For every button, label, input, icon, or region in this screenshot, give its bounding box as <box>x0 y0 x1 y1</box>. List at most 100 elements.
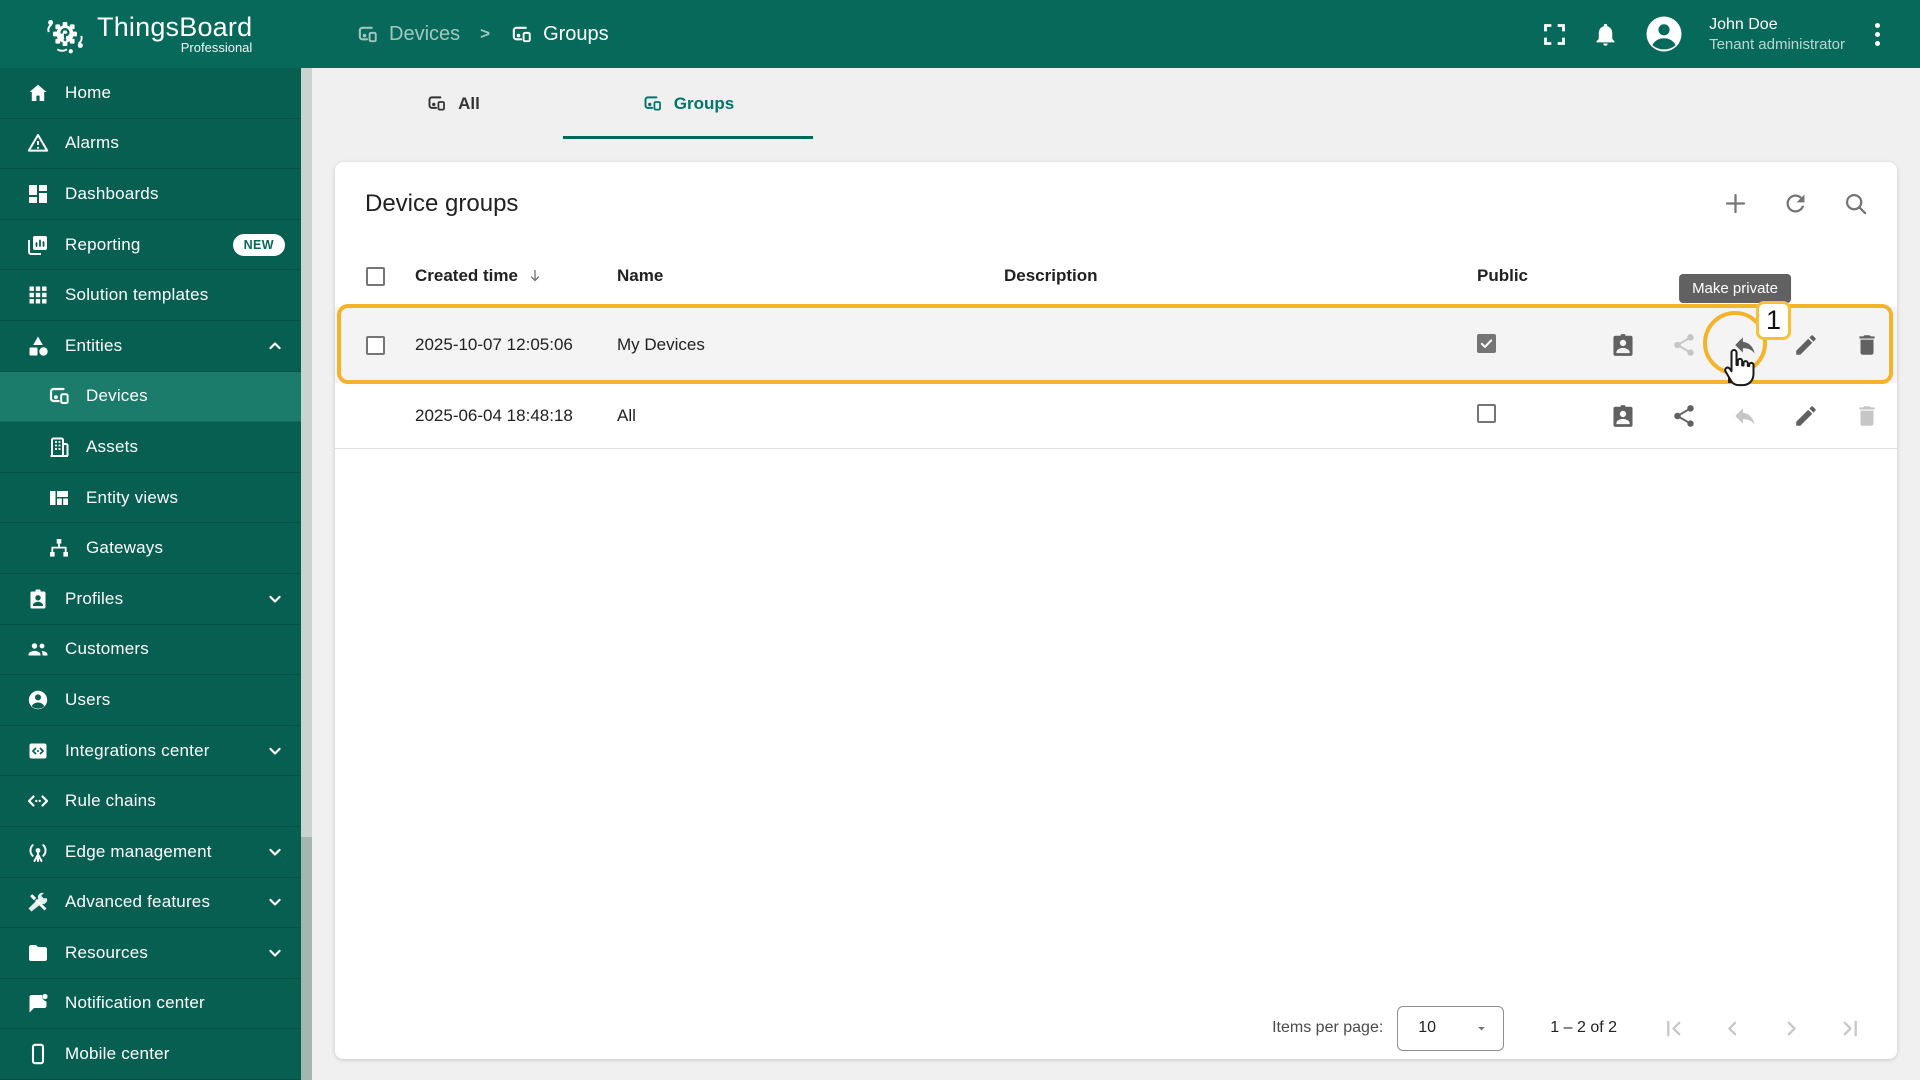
table-row-my-devices[interactable]: 2025-10-07 12:05:06 My Devices <box>335 307 1897 383</box>
items-per-page-label: Items per page: <box>1272 1019 1384 1036</box>
tab-all[interactable]: All <box>343 68 563 139</box>
user-avatar[interactable] <box>1643 13 1685 55</box>
tab-groups[interactable]: Groups <box>563 68 813 139</box>
advanced-features-icon <box>26 890 50 914</box>
public-checkbox-unchecked[interactable] <box>1477 403 1496 423</box>
app-title: ThingsBoard <box>97 12 253 42</box>
sidebar-item-gateways[interactable]: Gateways <box>0 523 301 574</box>
group-permissions-button[interactable] <box>1610 332 1636 358</box>
profiles-icon <box>26 587 50 611</box>
customers-icon <box>26 637 50 661</box>
previous-page-button[interactable] <box>1720 1016 1745 1041</box>
delete-button[interactable] <box>1854 332 1880 358</box>
page-title: Device groups <box>365 189 519 217</box>
sidebar-item-notification-center[interactable]: Notification center <box>0 979 301 1030</box>
edit-button[interactable] <box>1793 403 1819 429</box>
sidebar-item-edge-management[interactable]: Edge management <box>0 827 301 878</box>
next-page-icon <box>1779 1016 1804 1041</box>
sidebar-item-entity-views[interactable]: Entity views <box>0 473 301 524</box>
last-page-button[interactable] <box>1838 1016 1863 1041</box>
sidebar-item-assets[interactable]: Assets <box>0 422 301 473</box>
sidebar-item-customers[interactable]: Customers <box>0 625 301 676</box>
breadcrumb-groups[interactable]: Groups <box>510 23 609 46</box>
devices-icon <box>426 93 447 114</box>
cell-created-time: 2025-10-07 12:05:06 <box>415 335 573 354</box>
sidebar-item-dashboards[interactable]: Dashboards <box>0 169 301 220</box>
fullscreen-button[interactable] <box>1541 21 1568 48</box>
reporting-icon <box>26 233 50 257</box>
cell-created-time: 2025-06-04 18:48:18 <box>415 405 573 425</box>
users-icon <box>26 688 50 712</box>
check-icon <box>1479 336 1494 351</box>
page-size-select[interactable]: 10 <box>1397 1005 1505 1051</box>
row-checkbox[interactable] <box>365 335 385 355</box>
sidebar-item-devices[interactable]: Devices <box>0 371 301 423</box>
edit-icon <box>1793 332 1819 358</box>
make-private-icon <box>1732 403 1758 429</box>
share-button[interactable] <box>1671 332 1697 358</box>
caret-down-icon <box>1474 1021 1489 1036</box>
kebab-menu-icon[interactable] <box>1869 19 1886 50</box>
refresh-button[interactable] <box>1782 190 1809 217</box>
sidebar-item-users[interactable]: Users <box>0 675 301 726</box>
page-size-value: 10 <box>1418 1019 1437 1036</box>
sidebar-item-home[interactable]: Home <box>0 68 301 119</box>
sidebar-scrollbar-thumb[interactable] <box>301 68 312 838</box>
pagination-range-label: 1 – 2 of 2 <box>1550 1019 1617 1036</box>
sidebar-item-reporting[interactable]: Reporting NEW <box>0 220 301 271</box>
thingsboard-logo-icon <box>42 11 88 57</box>
sidebar-item-profiles[interactable]: Profiles <box>0 574 301 625</box>
breadcrumb-devices[interactable]: Devices <box>356 23 460 46</box>
chevron-up-icon <box>265 336 285 356</box>
devices-icon <box>510 23 533 46</box>
integrations-icon <box>26 739 50 763</box>
edge-icon <box>26 840 50 864</box>
sidebar-item-mobile-center[interactable]: Mobile center <box>0 1029 301 1080</box>
share-icon <box>1671 332 1697 358</box>
gateways-icon <box>47 536 71 560</box>
share-button[interactable] <box>1671 403 1697 429</box>
edit-button[interactable] <box>1793 332 1819 358</box>
refresh-icon <box>1782 190 1809 217</box>
sidebar-item-rule-chains[interactable]: Rule chains <box>0 776 301 827</box>
first-page-button[interactable] <box>1661 1016 1686 1041</box>
sidebar-item-alarms[interactable]: Alarms <box>0 119 301 170</box>
delete-button[interactable] <box>1854 403 1880 429</box>
table-row-all[interactable]: 2025-06-04 18:48:18 All <box>335 383 1897 449</box>
entities-icon <box>26 334 50 358</box>
sort-desc-arrow-icon[interactable] <box>526 267 544 285</box>
breadcrumb: Devices > Groups <box>356 0 609 68</box>
make-private-button[interactable] <box>1732 332 1758 358</box>
edit-icon <box>1793 403 1819 429</box>
group-permissions-button[interactable] <box>1610 403 1636 429</box>
notifications-button[interactable] <box>1592 21 1619 48</box>
thingsboard-logo[interactable]: ThingsBoard Professional <box>0 11 252 57</box>
public-checkbox-checked[interactable] <box>1477 334 1496 353</box>
column-header-description[interactable]: Description <box>1004 266 1098 285</box>
user-menu[interactable]: John Doe Tenant administrator <box>1709 15 1845 54</box>
sidebar-scrollbar <box>301 68 312 1080</box>
search-button[interactable] <box>1842 190 1869 217</box>
sidebar-item-integrations-center[interactable]: Integrations center <box>0 726 301 777</box>
column-header-created-time[interactable]: Created time <box>415 266 518 286</box>
chevron-down-icon <box>265 741 285 761</box>
sidebar-item-solution-templates[interactable]: Solution templates <box>0 270 301 321</box>
fullscreen-icon <box>1541 21 1568 48</box>
cell-name: My Devices <box>617 335 705 354</box>
sidebar-item-resources[interactable]: Resources <box>0 928 301 979</box>
devices-icon <box>356 23 379 46</box>
home-icon <box>26 81 50 105</box>
sidebar-item-advanced-features[interactable]: Advanced features <box>0 878 301 929</box>
solution-templates-icon <box>26 283 50 307</box>
active-tab-indicator <box>563 136 813 139</box>
select-all-checkbox[interactable] <box>365 266 385 286</box>
avatar-icon <box>1646 16 1682 52</box>
user-role: Tenant administrator <box>1709 35 1845 53</box>
column-header-name[interactable]: Name <box>617 266 663 285</box>
sidebar-item-entities[interactable]: Entities <box>0 321 301 372</box>
share-icon <box>1671 403 1697 429</box>
add-group-button[interactable] <box>1722 190 1749 217</box>
next-page-button[interactable] <box>1779 1016 1804 1041</box>
resources-icon <box>26 941 50 965</box>
make-private-button[interactable] <box>1732 403 1758 429</box>
